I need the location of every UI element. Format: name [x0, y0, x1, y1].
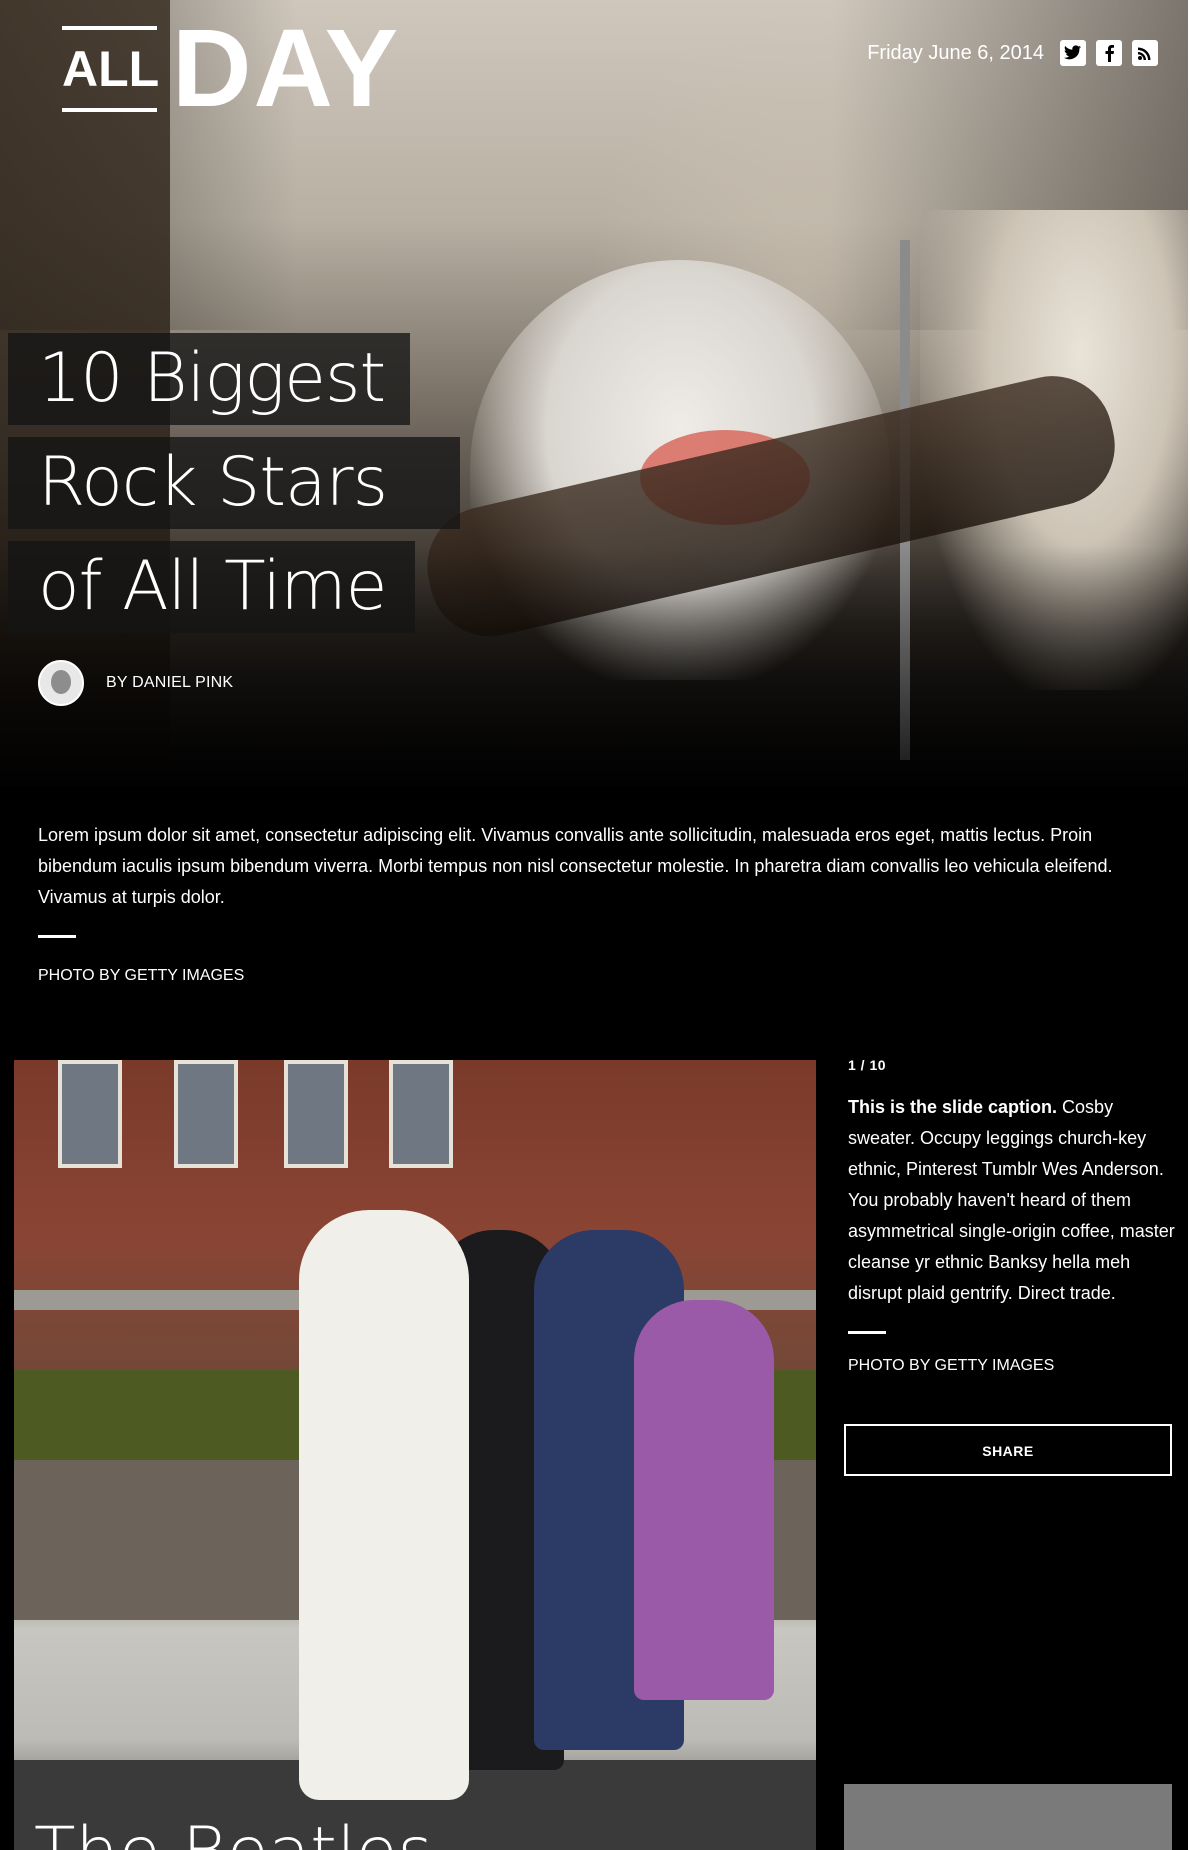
page: ALL DAY Friday June 6, 2014 10 Biggest R… [0, 0, 1188, 1850]
author-name[interactable]: BY DANIEL PINK [106, 673, 233, 693]
headline-line-1: 10 Biggest [8, 333, 410, 425]
slide-title: The Beatles [34, 1818, 433, 1850]
byline: BY DANIEL PINK [38, 660, 233, 706]
headline-line-2: Rock Stars [8, 437, 460, 529]
logo-day-text: DAY [172, 7, 401, 130]
slide-counter: 1 / 10 [848, 1057, 887, 1073]
author-avatar[interactable] [38, 660, 84, 706]
ad-placeholder [844, 1784, 1172, 1850]
slide-image[interactable] [14, 1060, 816, 1850]
slide-photo-credit: PHOTO BY GETTY IMAGES [848, 1357, 1055, 1374]
headline-line-3: of All Time [8, 541, 415, 633]
article-intro: Lorem ipsum dolor sit amet, consectetur … [38, 825, 1113, 907]
caption-lead: This is the slide caption. [848, 1097, 1058, 1117]
rss-icon[interactable] [1132, 40, 1158, 66]
caption-body: Cosby sweater. Occupy leggings church-ke… [848, 1097, 1175, 1303]
logo-all-text: ALL [62, 26, 159, 112]
header-date: Friday June 6, 2014 [867, 42, 1044, 64]
twitter-icon[interactable] [1060, 40, 1086, 66]
hero-image: ALL DAY Friday June 6, 2014 10 Biggest R… [0, 0, 1188, 786]
slide-caption: This is the slide caption. Cosby sweater… [848, 1092, 1178, 1309]
divider [848, 1331, 886, 1334]
facebook-icon[interactable] [1096, 40, 1122, 66]
share-button[interactable]: SHARE [844, 1424, 1172, 1476]
divider [38, 935, 76, 938]
hero-photo-credit: PHOTO BY GETTY IMAGES [38, 967, 245, 984]
slide-sidebar: 1 / 10 This is the slide caption. Cosby … [848, 1056, 1178, 1376]
header-topbar: Friday June 6, 2014 [867, 40, 1158, 66]
